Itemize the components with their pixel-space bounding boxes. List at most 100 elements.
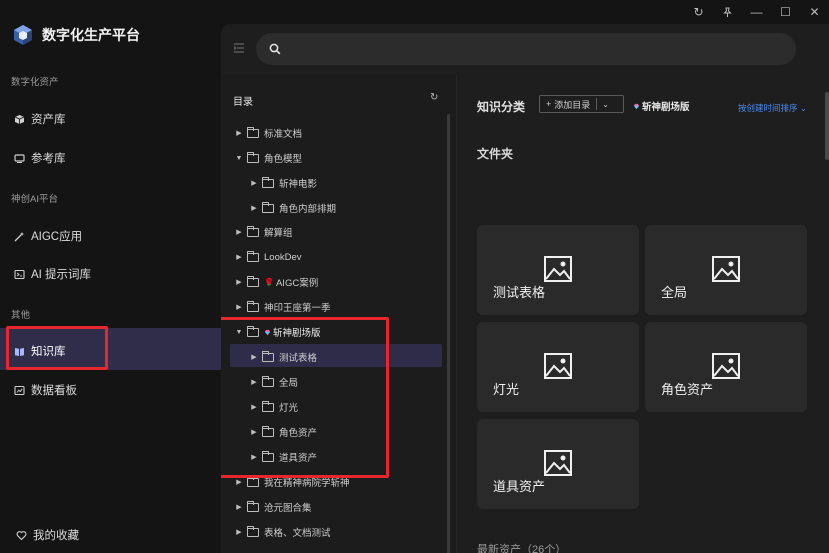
sidebar: 数字化生产平台 数字化资产 资产库 参考库 神创AI平台 AIGC应用 AI 提… <box>0 0 221 553</box>
tree-node[interactable]: ▶ 神印王座第一季 <box>233 297 331 317</box>
folder-card-label: 道具资产 <box>493 479 546 494</box>
tree-node[interactable]: ▼ 角色模型 <box>233 148 302 168</box>
folder-icon <box>262 201 274 213</box>
folder-icon <box>247 126 259 138</box>
content-scrollbar[interactable] <box>825 92 829 160</box>
search-bar[interactable] <box>256 33 796 65</box>
image-icon <box>544 450 572 476</box>
nav-item-asset-library[interactable]: 资产库 <box>14 111 66 127</box>
caret-right-icon[interactable]: ▶ <box>233 129 245 137</box>
folder-icon <box>247 225 259 237</box>
nav-label: 我的收藏 <box>33 530 79 542</box>
current-scope: 斩神剧场版 <box>633 99 690 113</box>
folder-card[interactable]: 角色资产 <box>645 322 807 412</box>
pin-icon[interactable] <box>713 0 742 24</box>
knowledge-panel: 目录 ↻ ▶ 标准文档 ▼ 角色模型 ▶ 斩神电影 ▶ 角色内部排期 ▶ 解算组 ▶ Loo… <box>221 24 829 553</box>
nav-label: AIGC应用 <box>31 231 83 243</box>
folder-card[interactable]: 道具资产 <box>477 419 639 509</box>
tree-node[interactable]: ▶ LookDev <box>233 247 302 267</box>
section-title-assets: 数字化资产 <box>11 77 59 88</box>
logo-icon <box>14 25 32 45</box>
folder-icon <box>247 300 259 312</box>
caret-right-icon[interactable]: ▶ <box>248 204 260 212</box>
nav-label: 资产库 <box>31 114 66 126</box>
section-title-ai: 神创AI平台 <box>11 194 58 205</box>
category-title: 知识分类 <box>477 100 526 114</box>
tree-node[interactable]: ▶ 角色内部排期 <box>248 198 336 218</box>
nav-label: 数据看板 <box>31 385 77 397</box>
tree-scrollbar[interactable] <box>447 114 450 553</box>
image-icon <box>544 353 572 379</box>
tree-node[interactable]: ▶ 🌹 AIGC案例 <box>233 272 318 292</box>
maximize-icon[interactable]: ☐ <box>771 0 800 24</box>
nav-item-dashboard[interactable]: 数据看板 <box>14 382 77 398</box>
refresh-icon[interactable]: ↻ <box>684 0 713 24</box>
caret-right-icon[interactable]: ▶ <box>233 478 245 486</box>
caret-right-icon[interactable]: ▶ <box>233 303 245 311</box>
image-icon <box>712 353 740 379</box>
caret-right-icon[interactable]: ▶ <box>233 503 245 511</box>
window-controls: ↻ — ☐ ✕ <box>684 0 829 24</box>
caret-right-icon[interactable]: ▶ <box>248 179 260 187</box>
tree-node[interactable]: ▶ 解算组 <box>233 222 293 242</box>
nav-item-prompt-library[interactable]: AI 提示词库 <box>14 266 91 282</box>
minimize-icon[interactable]: — <box>742 0 771 24</box>
nav-label: AI 提示词库 <box>31 269 92 281</box>
gem-icon <box>633 103 640 109</box>
rose-emoji: 🌹 <box>264 277 274 287</box>
plus-icon: + <box>546 99 552 109</box>
folder-icon <box>262 176 274 188</box>
highlight-box-knowledge-base <box>6 326 108 370</box>
recent-assets-heading: 最新资产（26个） <box>477 544 567 553</box>
top-bar <box>221 24 829 74</box>
folder-card-label: 测试表格 <box>493 285 546 300</box>
highlight-box-tree-selection <box>221 317 389 478</box>
folder-icon <box>247 151 259 163</box>
caret-right-icon[interactable]: ▶ <box>233 228 245 236</box>
menu-collapse-icon[interactable] <box>233 42 245 54</box>
caret-right-icon[interactable]: ▶ <box>233 278 245 286</box>
nav-label: 参考库 <box>31 153 66 165</box>
directory-tree: 目录 ↻ ▶ 标准文档 ▼ 角色模型 ▶ 斩神电影 ▶ 角色内部排期 ▶ 解算组 ▶ Loo… <box>221 74 457 553</box>
app-title: 数字化生产平台 <box>42 27 140 43</box>
caret-right-icon[interactable]: ▶ <box>233 528 245 536</box>
folder-card-label: 全局 <box>661 285 688 300</box>
nav-item-aigc[interactable]: AIGC应用 <box>14 228 82 244</box>
chart-icon <box>14 385 25 396</box>
tree-title: 目录 <box>233 97 253 108</box>
nav-item-reference-library[interactable]: 参考库 <box>14 150 66 166</box>
section-title-other: 其他 <box>11 310 31 321</box>
tree-node[interactable]: ▶ 斩神电影 <box>248 173 317 193</box>
refresh-tree-icon[interactable]: ↻ <box>430 92 438 103</box>
tree-node[interactable]: ▶ 表格、文档测试 <box>233 522 331 542</box>
caret-down-icon[interactable]: ▼ <box>233 155 245 162</box>
sort-dropdown[interactable]: 按创建时间排序 ⌄ <box>738 102 807 114</box>
folder-card[interactable]: 测试表格 <box>477 225 639 315</box>
content-area: 知识分类 + 添加目录 ⌄ 斩神剧场版 按创建时间排序 ⌄ 文件夹 测试表格 全… <box>457 74 829 553</box>
folder-card[interactable]: 灯光 <box>477 322 639 412</box>
add-directory-button[interactable]: + 添加目录 ⌄ <box>539 95 624 113</box>
folder-icon <box>247 250 259 262</box>
chevron-down-icon[interactable]: ⌄ <box>602 100 609 109</box>
tree-node[interactable]: ▶ 沧元图合集 <box>233 497 312 517</box>
search-icon <box>269 43 281 55</box>
cube-icon <box>14 114 25 125</box>
add-directory-label: 添加目录 <box>554 99 591 110</box>
search-input[interactable] <box>289 43 769 55</box>
folder-icon <box>247 500 259 512</box>
folder-card-label: 灯光 <box>493 382 520 397</box>
caret-right-icon[interactable]: ▶ <box>233 253 245 261</box>
heart-icon <box>16 530 27 541</box>
magic-wand-icon <box>14 231 25 242</box>
monitor-icon <box>14 153 25 164</box>
tree-node[interactable]: ▶ 标准文档 <box>233 123 302 143</box>
folder-card[interactable]: 全局 <box>645 225 807 315</box>
chevron-down-icon: ⌄ <box>799 103 808 113</box>
close-icon[interactable]: ✕ <box>800 0 829 24</box>
brand: 数字化生产平台 <box>12 24 140 46</box>
folder-icon <box>247 275 259 287</box>
nav-item-favorites[interactable]: 我的收藏 <box>16 527 79 543</box>
folder-card-label: 角色资产 <box>661 382 714 397</box>
folder-icon <box>247 525 259 537</box>
prompt-icon <box>14 269 25 280</box>
